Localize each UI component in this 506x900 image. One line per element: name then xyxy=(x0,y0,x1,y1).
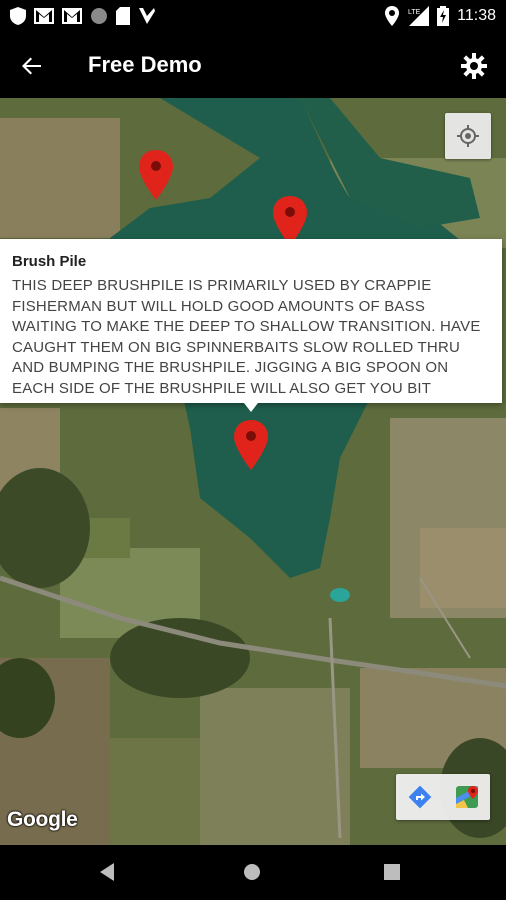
info-window-title: Brush Pile xyxy=(12,253,87,270)
my-location-icon xyxy=(457,125,479,147)
back-button[interactable] xyxy=(14,48,50,84)
directions-icon xyxy=(408,785,431,809)
sd-card-icon xyxy=(116,7,130,25)
map-pin-marker[interactable] xyxy=(139,150,173,200)
svg-text:LTE: LTE xyxy=(408,9,421,16)
map-pin-marker[interactable] xyxy=(234,420,268,470)
battery-charging-icon xyxy=(437,6,450,26)
arrow-back-icon xyxy=(22,57,41,75)
my-location-button[interactable] xyxy=(445,113,491,159)
page-title: Free Demo xyxy=(88,52,202,77)
google-maps-icon xyxy=(455,786,478,808)
directions-button[interactable] xyxy=(396,774,443,820)
open-in-maps-button[interactable] xyxy=(443,774,490,820)
map-terrain xyxy=(0,98,506,845)
status-left-icons xyxy=(10,4,156,28)
back-triangle-icon[interactable] xyxy=(98,862,116,882)
settings-button[interactable] xyxy=(456,48,492,84)
gmail-icon xyxy=(62,8,82,24)
recents-square-icon[interactable] xyxy=(384,864,400,880)
shield-icon xyxy=(10,7,26,25)
info-window-pointer xyxy=(244,403,258,412)
location-icon xyxy=(385,6,400,26)
system-navigation-bar xyxy=(0,845,506,900)
map-toolbar xyxy=(396,774,490,820)
circle-icon xyxy=(91,8,107,24)
home-circle-icon[interactable] xyxy=(242,862,262,882)
app-bar: Free Demo xyxy=(0,32,506,98)
marker-info-window[interactable]: Brush Pile THIS DEEP BRUSHPILE IS PRIMAR… xyxy=(0,239,502,403)
gmail-icon xyxy=(34,8,54,24)
info-window-description: THIS DEEP BRUSHPILE IS PRIMARILY USED BY… xyxy=(12,277,481,397)
status-time: 11:38 xyxy=(457,7,496,24)
gear-icon xyxy=(461,53,487,79)
verizon-icon xyxy=(139,8,155,24)
status-right-icons: LTE 11:38 xyxy=(385,4,496,28)
satellite-map[interactable]: Brush Pile THIS DEEP BRUSHPILE IS PRIMAR… xyxy=(0,98,506,845)
status-bar: LTE 11:38 xyxy=(0,0,506,32)
lte-signal-icon: LTE xyxy=(408,6,430,26)
google-logo: Google xyxy=(7,808,78,831)
